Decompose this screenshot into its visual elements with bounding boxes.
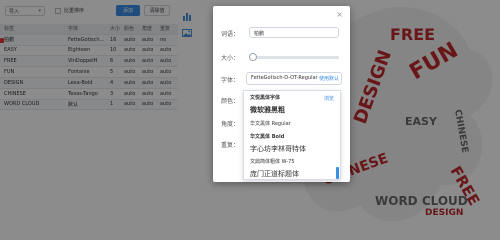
edit-word-dialog: × 词语： 柏鹏 大小： 字体： FetteGotisch-D-OT-Regul…	[213, 6, 350, 182]
dropdown-scrollbar[interactable]	[336, 167, 339, 179]
dropdown-option[interactable]: 文鼎简体粗体 W-75	[250, 158, 336, 165]
text-input[interactable]: 柏鹏	[249, 27, 339, 38]
text-label: 词语：	[221, 31, 240, 38]
use-default-link[interactable]: 使用默认	[319, 75, 339, 82]
font-label: 字体：	[221, 77, 240, 84]
size-label: 大小：	[221, 55, 240, 62]
dropdown-option[interactable]: 微软雅黑粗	[250, 105, 336, 115]
font-input[interactable]: FetteGotisch-D-OT-Regular 使用默认	[246, 72, 342, 85]
close-icon[interactable]: ×	[336, 11, 343, 19]
repeat-label: 重复：	[221, 142, 240, 149]
size-slider[interactable]	[249, 53, 339, 61]
dropdown-option[interactable]: 华文黑体 Bold	[250, 133, 336, 140]
angle-label: 角度：	[221, 121, 240, 128]
dropdown-option[interactable]: 华文黑体 Regular	[250, 120, 336, 127]
size-slider-handle[interactable]	[249, 53, 257, 61]
font-dropdown: 文悦黑体字体 浏览 微软雅黑粗 华文黑体 Regular 华文黑体 Bold 字…	[243, 90, 341, 180]
dropdown-option[interactable]: 庞门正道标题体	[250, 169, 336, 179]
font-input-value: FetteGotisch-D-OT-Regular	[251, 75, 318, 81]
color-label: 颜色：	[221, 98, 240, 105]
browse-link[interactable]: 浏览	[324, 95, 334, 102]
dropdown-option[interactable]: 字心坊李林哥特体	[250, 144, 336, 154]
